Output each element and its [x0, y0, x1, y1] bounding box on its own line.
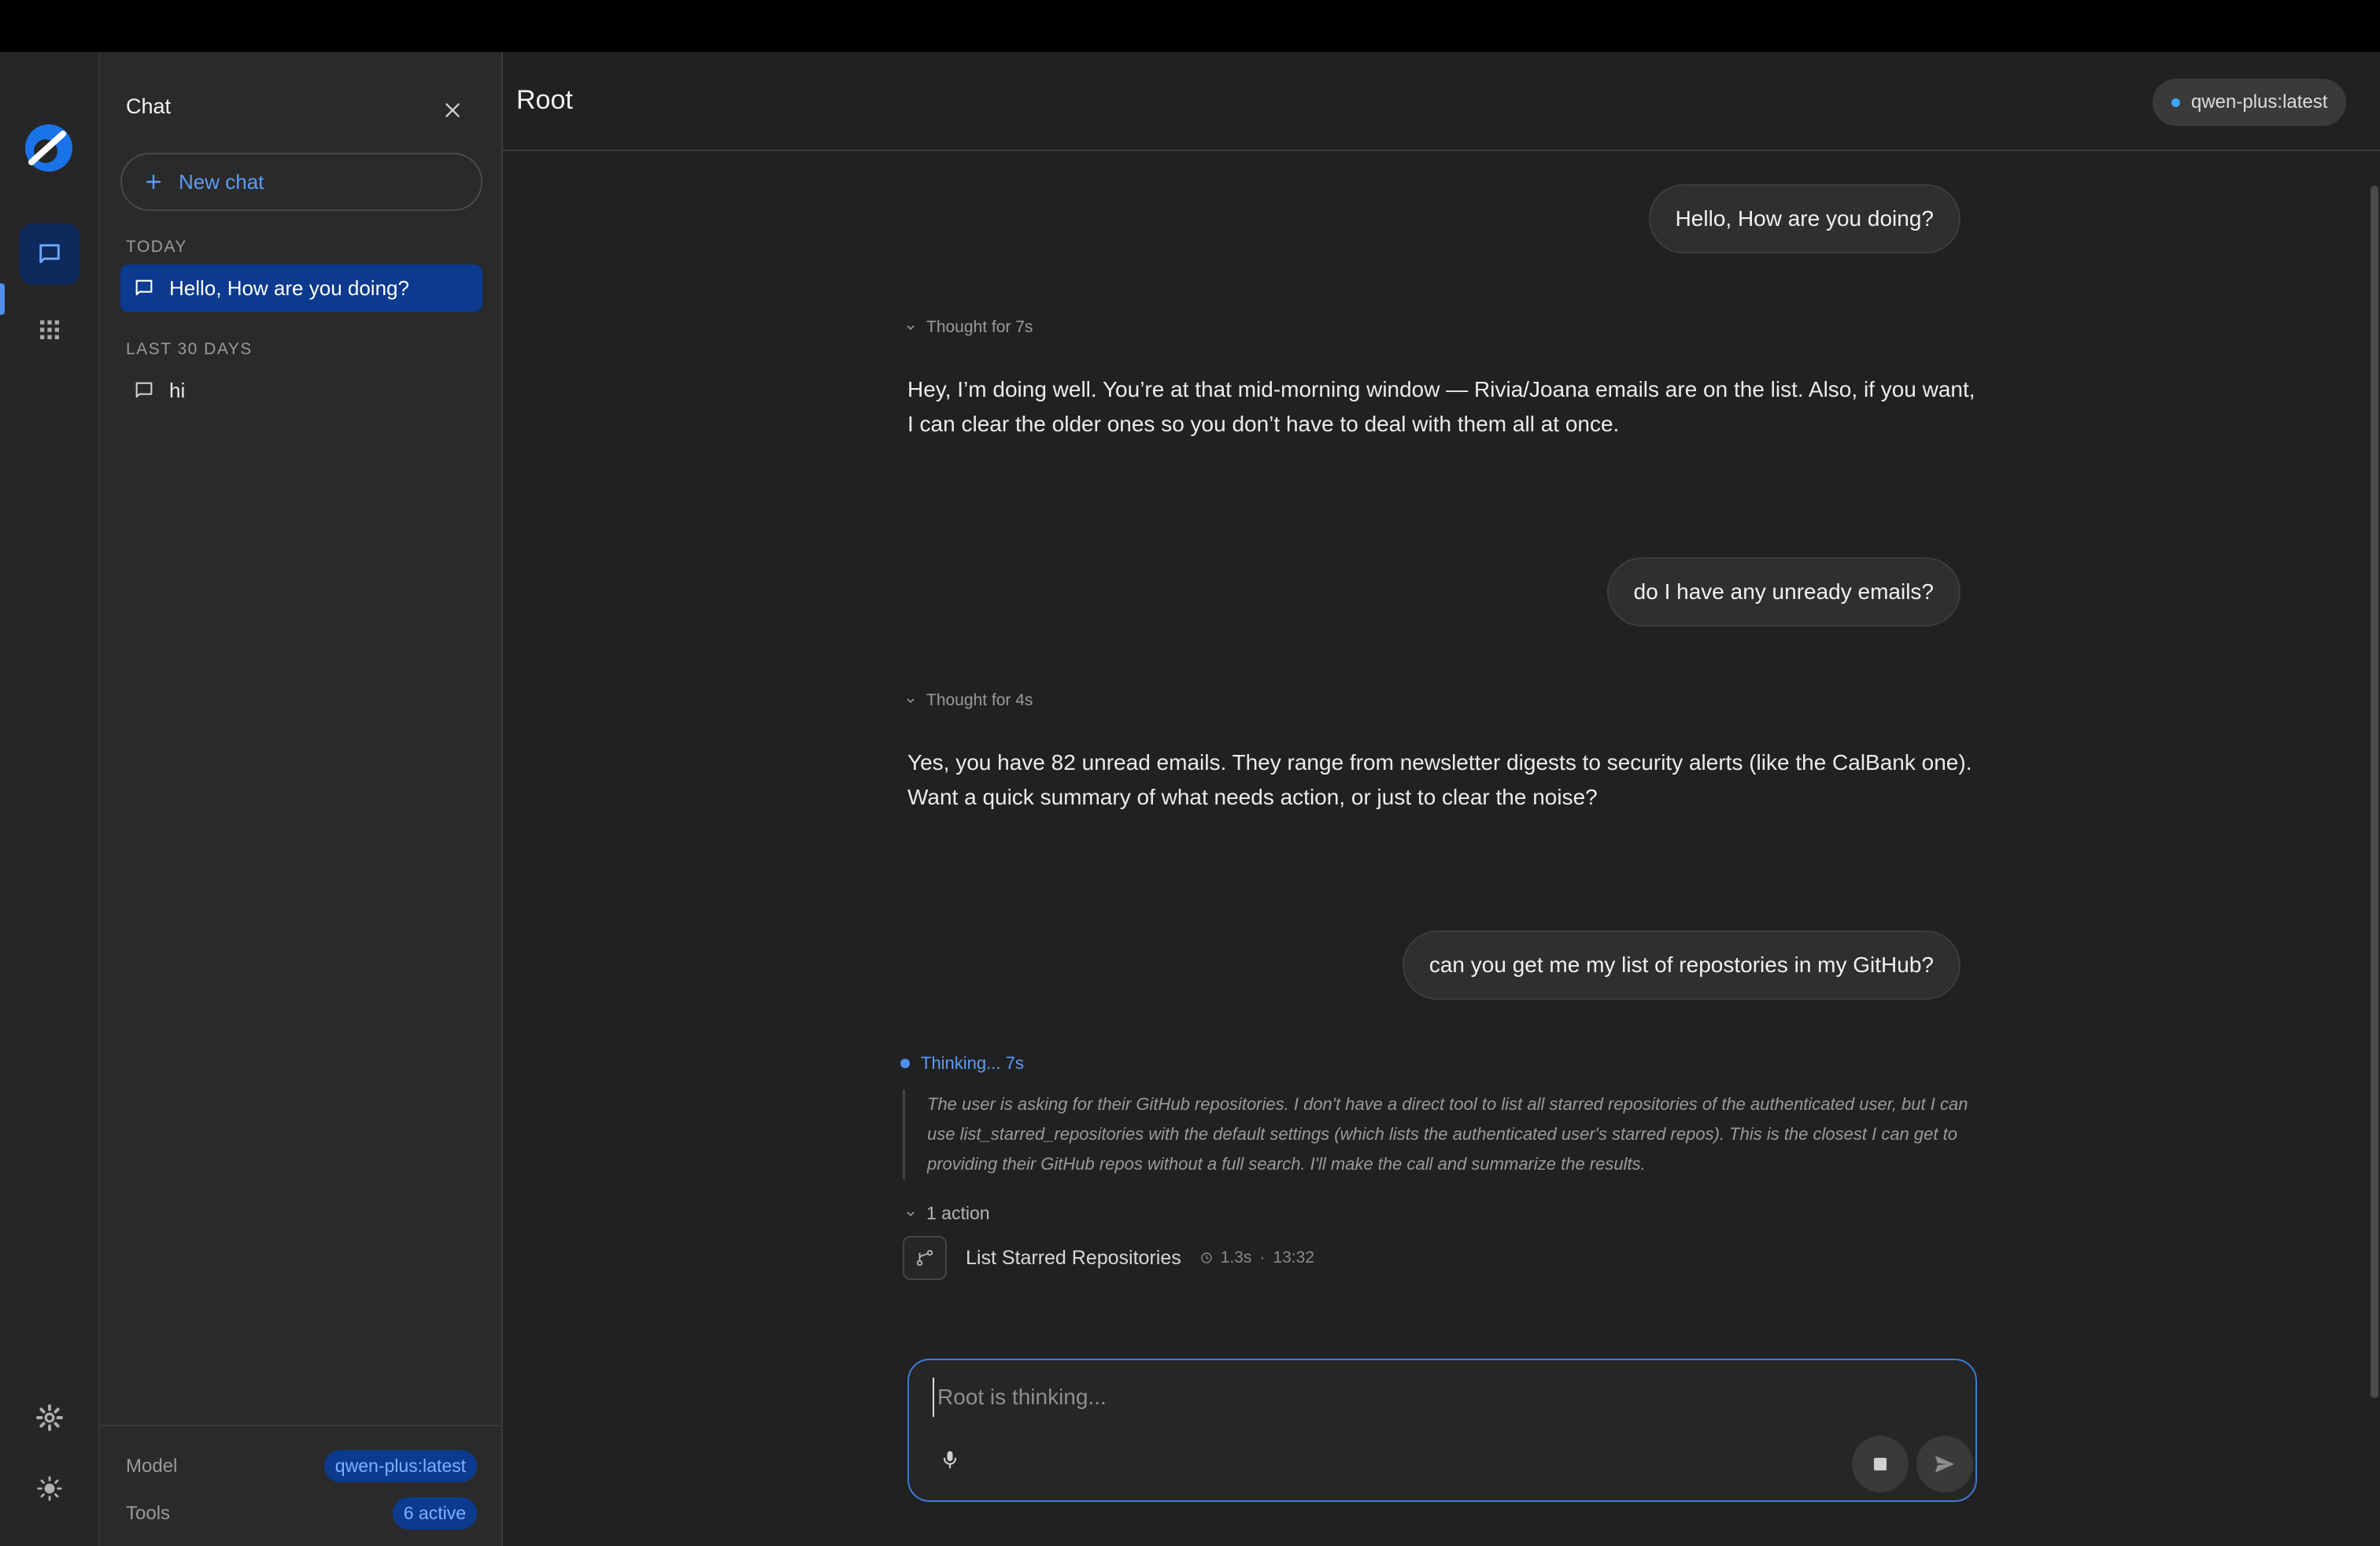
assistant-message: Yes, you have 82 unread emails. They ran… [907, 750, 1972, 809]
model-label: Model [126, 1455, 178, 1477]
main-header: Root qwen-plus:latest [503, 52, 2380, 151]
send-icon [1935, 1455, 1954, 1473]
meta-separator: · [1259, 1248, 1266, 1267]
apps-grid-icon [40, 320, 59, 339]
thinking-status[interactable]: Thinking... 7s [900, 1053, 1024, 1074]
action-item[interactable]: List Starred Repositories 1.3s · 13:32 [903, 1236, 1314, 1280]
model-row: Model qwen-plus:latest [126, 1450, 477, 1482]
icon-rail [0, 52, 100, 1546]
chat-bubble-icon [135, 382, 153, 398]
new-chat-label: New chat [179, 169, 264, 194]
model-selector-badge[interactable]: qwen-plus:latest [2153, 79, 2347, 126]
stop-button[interactable] [1852, 1436, 1909, 1492]
action-duration: 1.3s [1220, 1248, 1252, 1267]
new-chat-button[interactable]: New chat [120, 153, 482, 211]
rail-active-indicator [0, 283, 5, 315]
settings-button[interactable] [19, 1387, 80, 1448]
action-meta: 1.3s · 13:32 [1200, 1248, 1314, 1267]
assistant-message: Hey, I’m doing well. You’re at that mid-… [907, 377, 1975, 436]
theme-toggle-button[interactable] [19, 1458, 80, 1519]
thinking-label: Thinking... 7s [921, 1053, 1024, 1073]
thinking-dot [900, 1059, 910, 1068]
chat-icon [39, 244, 60, 264]
section-label-last-30-days: LAST 30 DAYS [126, 340, 253, 358]
branch-icon [916, 1249, 933, 1267]
message-input[interactable] [933, 1378, 1948, 1417]
sidebar-footer: Model qwen-plus:latest Tools 6 active [100, 1425, 503, 1546]
scrollbar[interactable] [2371, 186, 2378, 1398]
actions-toggle[interactable]: 1 action [906, 1203, 990, 1224]
chat-nav-button[interactable] [19, 224, 80, 285]
chat-history-item[interactable]: Hello, How are you doing? [120, 264, 482, 312]
action-icon-box [903, 1236, 947, 1280]
page-title: Root [516, 85, 573, 115]
thinking-text: The user is asking for their GitHub repo… [903, 1089, 1983, 1179]
message-composer [907, 1359, 1977, 1502]
thought-toggle[interactable]: Thought for 4s [906, 691, 1033, 710]
apps-nav-button[interactable] [19, 299, 80, 361]
chat-sidebar: Chat New chat TODAY Hello, How are you d… [100, 52, 503, 1546]
chat-bubble-icon [135, 279, 153, 296]
close-sidebar-button[interactable] [437, 94, 468, 126]
chevron-down-icon [907, 325, 915, 331]
chat-history-title: Hello, How are you doing? [169, 276, 409, 300]
tools-count-badge[interactable]: 6 active [392, 1497, 477, 1529]
stop-icon [1874, 1458, 1887, 1470]
model-name: qwen-plus:latest [2191, 91, 2328, 113]
model-value-badge[interactable]: qwen-plus:latest [323, 1450, 477, 1482]
user-message: can you get me my list of repostories in… [1402, 930, 1961, 1000]
tools-label: Tools [126, 1502, 171, 1524]
action-name: List Starred Repositories [966, 1246, 1181, 1269]
clock-icon [1201, 1252, 1212, 1263]
chat-main: Root qwen-plus:latest Hello, How are you… [503, 52, 2380, 1546]
user-message: Hello, How are you doing? [1648, 184, 1961, 253]
plus-icon [146, 174, 161, 190]
close-icon [445, 103, 460, 117]
chevron-down-icon [907, 1211, 915, 1216]
status-dot [2171, 98, 2180, 107]
theme-sun-icon [37, 1476, 62, 1501]
mic-button[interactable] [934, 1444, 966, 1475]
tools-row: Tools 6 active [126, 1497, 477, 1529]
thought-duration: Thought for 7s [926, 318, 1033, 336]
mic-icon [943, 1451, 957, 1469]
settings-icon [36, 1404, 63, 1431]
chat-history-item[interactable]: hi [120, 367, 482, 414]
action-time: 13:32 [1273, 1248, 1314, 1267]
thought-duration: Thought for 4s [926, 691, 1033, 709]
section-label-today: TODAY [126, 238, 187, 256]
thought-toggle[interactable]: Thought for 7s [906, 318, 1033, 337]
chevron-down-icon [907, 698, 915, 704]
actions-summary: 1 action [926, 1203, 990, 1223]
send-button[interactable] [1916, 1436, 1973, 1492]
app-logo[interactable] [20, 120, 77, 176]
chat-history-title: hi [169, 378, 186, 402]
user-message: do I have any unready emails? [1606, 557, 1961, 627]
window-top-bar [0, 0, 2380, 52]
sidebar-title: Chat [126, 94, 172, 118]
